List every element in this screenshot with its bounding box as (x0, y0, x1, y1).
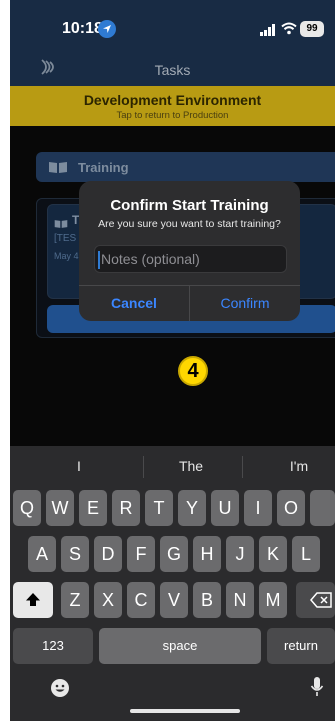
status-time: 10:18 (62, 20, 103, 37)
dialog-message: Are you sure you want to start training? (98, 218, 281, 230)
key-f[interactable]: F (127, 536, 155, 572)
task-date: May 4 (54, 251, 79, 261)
key-x[interactable]: X (94, 582, 122, 618)
battery-icon: 99 (300, 21, 324, 37)
key-m[interactable]: M (259, 582, 287, 618)
key-v[interactable]: V (160, 582, 188, 618)
key-u[interactable]: U (211, 490, 239, 526)
text-cursor (98, 251, 100, 269)
dev-banner-subtitle: Tap to return to Production (116, 110, 229, 121)
return-key[interactable]: return (267, 628, 335, 664)
cancel-button[interactable]: Cancel (79, 286, 189, 321)
location-arrow-icon (98, 20, 116, 38)
page-title: Tasks (154, 62, 191, 78)
dialog-title: Confirm Start Training (110, 197, 269, 214)
suggestion-2[interactable]: The (156, 458, 226, 478)
key-j[interactable]: J (226, 536, 254, 572)
status-bar: 10:18 99 (10, 18, 335, 44)
key-h[interactable]: H (193, 536, 221, 572)
key-t[interactable]: T (145, 490, 173, 526)
backspace-icon (309, 592, 332, 608)
confirm-start-training-dialog: Confirm Start Training Are you sure you … (79, 181, 300, 321)
app-header: 10:18 99 Tasks (10, 0, 335, 86)
key-z[interactable]: Z (61, 582, 89, 618)
notes-input[interactable]: Notes (optional) (94, 245, 287, 273)
delete-key[interactable] (296, 582, 335, 618)
numbers-key[interactable]: 123 (13, 628, 93, 664)
key-k[interactable]: K (259, 536, 287, 572)
key-o[interactable]: O (277, 490, 305, 526)
shift-arrow-icon (26, 593, 40, 606)
key-n[interactable]: N (226, 582, 254, 618)
book-icon (48, 161, 68, 179)
onscreen-keyboard: I The I'm Q W E R T Y U I O A S D F G H … (10, 446, 335, 721)
confirm-button[interactable]: Confirm (190, 286, 300, 321)
key-c[interactable]: C (127, 582, 155, 618)
cellular-signal-icon (260, 23, 276, 41)
key-s[interactable]: S (61, 536, 89, 572)
key-l[interactable]: L (292, 536, 320, 572)
key-w[interactable]: W (46, 490, 74, 526)
key-d[interactable]: D (94, 536, 122, 572)
dev-banner-title: Development Environment (83, 92, 262, 108)
key-p[interactable] (310, 490, 335, 526)
key-i[interactable]: I (244, 490, 272, 526)
key-q[interactable]: Q (13, 490, 41, 526)
key-y[interactable]: Y (178, 490, 206, 526)
suggestion-1[interactable]: I (44, 458, 114, 478)
suggestion-divider (242, 456, 243, 478)
key-r[interactable]: R (112, 490, 140, 526)
book-icon (54, 216, 68, 234)
step-number-badge: 4 (178, 356, 208, 386)
section-label: Training (78, 160, 129, 175)
home-indicator[interactable] (130, 709, 240, 713)
emoji-icon[interactable] (50, 678, 70, 703)
microphone-icon[interactable] (310, 676, 324, 703)
suggestion-divider (143, 456, 144, 478)
notes-placeholder: Notes (optional) (101, 251, 200, 267)
task-subtitle: [TES (54, 233, 77, 244)
suggestion-3[interactable]: I'm (264, 458, 334, 478)
wifi-icon (281, 22, 297, 40)
training-section-header[interactable]: Training (36, 152, 335, 182)
key-a[interactable]: A (28, 536, 56, 572)
shift-key[interactable] (13, 582, 53, 618)
phone-screen: 10:18 99 Tasks Development Environment T… (10, 0, 335, 721)
space-key[interactable]: space (99, 628, 261, 664)
dev-environment-banner[interactable]: Development Environment Tap to return to… (10, 86, 335, 126)
key-g[interactable]: G (160, 536, 188, 572)
key-b[interactable]: B (193, 582, 221, 618)
key-e[interactable]: E (79, 490, 107, 526)
